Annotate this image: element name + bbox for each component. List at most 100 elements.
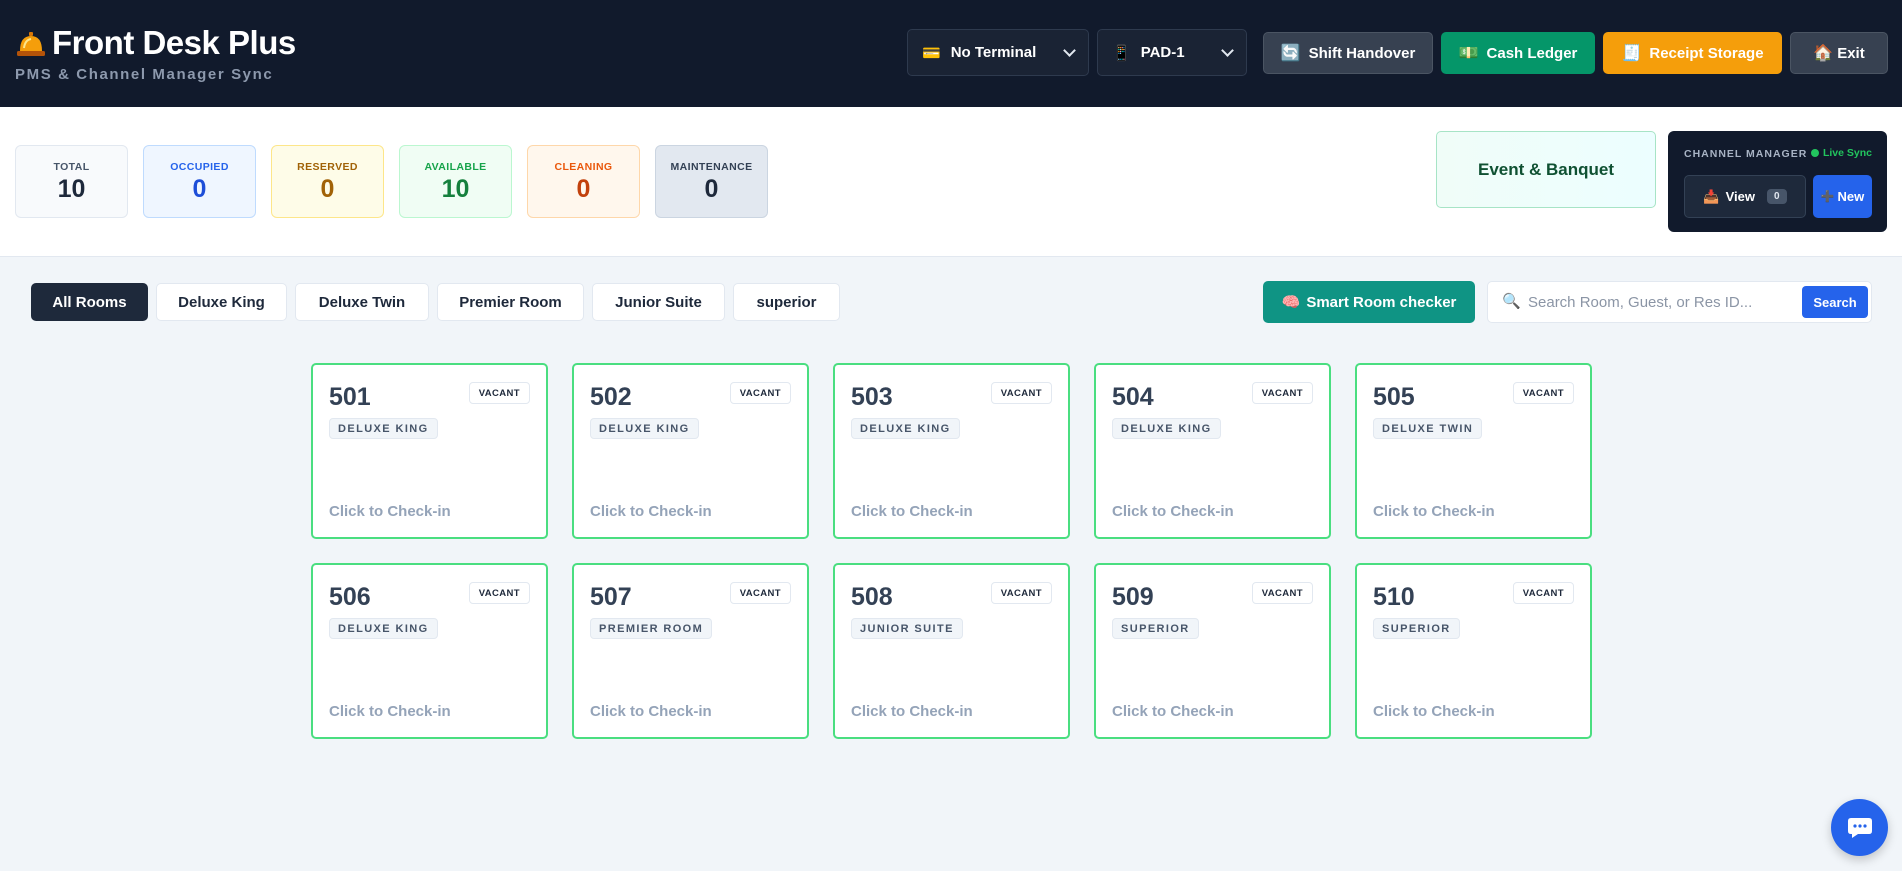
terminal-select[interactable]: 💳 No Terminal — [907, 29, 1089, 76]
stat-maintenance-value: 0 — [704, 175, 719, 203]
room-card[interactable]: 506 VACANT DELUXE KING Click to Check-in — [311, 563, 548, 739]
check-in-prompt: Click to Check-in — [1373, 703, 1495, 720]
room-card[interactable]: 502 VACANT DELUXE KING Click to Check-in — [572, 363, 809, 539]
tab-deluxe-twin[interactable]: Deluxe Twin — [295, 283, 429, 321]
channel-view-count: 0 — [1767, 189, 1787, 204]
exit-button[interactable]: 🏠 Exit — [1790, 32, 1888, 74]
stat-maintenance: MAINTENANCE 0 — [655, 145, 768, 218]
pad-select[interactable]: 📱 PAD-1 — [1097, 29, 1247, 76]
room-card[interactable]: 509 VACANT SUPERIOR Click to Check-in — [1094, 563, 1331, 739]
room-card[interactable]: 504 VACANT DELUXE KING Click to Check-in — [1094, 363, 1331, 539]
channel-new-button[interactable]: ➕ New — [1813, 175, 1872, 218]
tab-junior-suite[interactable]: Junior Suite — [592, 283, 725, 321]
check-in-prompt: Click to Check-in — [329, 703, 451, 720]
room-number: 503 — [851, 383, 893, 411]
stat-available: AVAILABLE 10 — [399, 145, 512, 218]
shift-handover-label: Shift Handover — [1308, 44, 1416, 62]
status-badge: VACANT — [1251, 582, 1313, 604]
event-banquet-button[interactable]: Event & Banquet — [1436, 131, 1656, 208]
app-title: Front Desk Plus — [52, 24, 296, 61]
room-card[interactable]: 505 VACANT DELUXE TWIN Click to Check-in — [1355, 363, 1592, 539]
stat-total: TOTAL 10 — [15, 145, 128, 218]
room-type-tag: SUPERIOR — [1373, 618, 1460, 639]
live-sync-label: Live Sync — [1822, 147, 1872, 159]
room-number: 510 — [1373, 583, 1415, 611]
cash-ledger-button[interactable]: 💵 Cash Ledger — [1441, 32, 1595, 74]
room-number: 506 — [329, 583, 371, 611]
room-card[interactable]: 507 VACANT PREMIER ROOM Click to Check-i… — [572, 563, 809, 739]
chat-button[interactable] — [1831, 799, 1888, 856]
room-card[interactable]: 503 VACANT DELUXE KING Click to Check-in — [833, 363, 1070, 539]
shift-handover-button[interactable]: 🔄 Shift Handover — [1263, 32, 1433, 74]
stat-maintenance-label: MAINTENANCE — [670, 161, 753, 173]
status-badge: VACANT — [990, 582, 1052, 604]
stat-cleaning-value: 0 — [576, 175, 591, 203]
channel-view-label: View — [1725, 189, 1755, 204]
room-card[interactable]: 510 VACANT SUPERIOR Click to Check-in — [1355, 563, 1592, 739]
room-type-tag: DELUXE TWIN — [1373, 418, 1483, 439]
stats-band: TOTAL 10 OCCUPIED 0 RESERVED 0 AVAILABLE… — [0, 107, 1902, 257]
brand: Front Desk Plus PMS & Channel Manager Sy… — [14, 24, 296, 83]
stat-reserved: RESERVED 0 — [271, 145, 384, 218]
cash-ledger-label: Cash Ledger — [1486, 44, 1578, 62]
status-badge: VACANT — [1512, 382, 1574, 404]
search-button[interactable]: Search — [1802, 286, 1868, 318]
card-icon: 💳 — [922, 44, 941, 62]
status-badge: VACANT — [990, 382, 1052, 404]
stat-total-label: TOTAL — [53, 161, 90, 173]
brand-title: Front Desk Plus — [14, 24, 296, 62]
pad-select-value: PAD-1 — [1140, 44, 1185, 61]
check-in-prompt: Click to Check-in — [1373, 503, 1495, 520]
inbox-icon: 📥 — [1703, 188, 1720, 204]
receipt-icon: 🧾 — [1621, 45, 1642, 62]
stat-available-label: AVAILABLE — [424, 161, 487, 173]
room-number: 508 — [851, 583, 893, 611]
smart-room-checker-button[interactable]: 🧠 Smart Room checker — [1263, 281, 1475, 323]
chat-icon — [1847, 817, 1872, 838]
room-type-tag: JUNIOR SUITE — [851, 618, 963, 639]
status-badge: VACANT — [1512, 582, 1574, 604]
app-subtitle: PMS & Channel Manager Sync — [15, 66, 274, 83]
room-number: 505 — [1373, 383, 1415, 411]
room-type-tag: DELUXE KING — [1112, 418, 1221, 439]
stat-reserved-value: 0 — [320, 175, 335, 203]
tab-deluxe-king[interactable]: Deluxe King — [156, 283, 287, 321]
search-input[interactable] — [1528, 290, 1778, 314]
room-type-tag: DELUXE KING — [329, 418, 438, 439]
brain-icon: 🧠 — [1281, 294, 1301, 311]
status-badge: VACANT — [1251, 382, 1313, 404]
room-number: 504 — [1112, 383, 1154, 411]
chevron-down-icon — [1063, 44, 1076, 57]
room-type-tag: SUPERIOR — [1112, 618, 1199, 639]
phone-icon: 📱 — [1112, 44, 1131, 62]
search-box: 🔍 Search — [1487, 281, 1872, 323]
status-badge: VACANT — [729, 382, 791, 404]
status-badge: VACANT — [729, 582, 791, 604]
plus-icon: ➕ — [1820, 191, 1835, 203]
receipt-storage-button[interactable]: 🧾 Receipt Storage — [1603, 32, 1782, 74]
stat-cleaning: CLEANING 0 — [527, 145, 640, 218]
tab-all-rooms[interactable]: All Rooms — [31, 283, 148, 321]
stat-occupied-label: OCCUPIED — [170, 161, 229, 173]
room-number: 509 — [1112, 583, 1154, 611]
stat-cleaning-label: CLEANING — [554, 161, 613, 173]
home-icon: 🏠 — [1813, 45, 1834, 62]
refresh-icon: 🔄 — [1280, 45, 1301, 62]
status-dot-icon — [1810, 149, 1819, 157]
stat-available-value: 10 — [441, 175, 470, 203]
room-card[interactable]: 508 VACANT JUNIOR SUITE Click to Check-i… — [833, 563, 1070, 739]
room-type-tag: DELUXE KING — [851, 418, 960, 439]
check-in-prompt: Click to Check-in — [590, 703, 712, 720]
room-number: 502 — [590, 383, 632, 411]
channel-manager-panel: CHANNEL MANAGER Live Sync 📥 View 0 ➕ New — [1668, 131, 1887, 232]
check-in-prompt: Click to Check-in — [851, 503, 973, 520]
status-badge: VACANT — [468, 382, 530, 404]
tab-superior[interactable]: superior — [733, 283, 840, 321]
top-header: Front Desk Plus PMS & Channel Manager Sy… — [0, 0, 1902, 107]
smart-room-checker-label: Smart Room checker — [1306, 293, 1457, 311]
tab-premier-room[interactable]: Premier Room — [437, 283, 584, 321]
room-card[interactable]: 501 VACANT DELUXE KING Click to Check-in — [311, 363, 548, 539]
channel-new-label: New — [1837, 189, 1865, 204]
channel-view-button[interactable]: 📥 View 0 — [1684, 175, 1806, 218]
stat-reserved-label: RESERVED — [297, 161, 358, 173]
